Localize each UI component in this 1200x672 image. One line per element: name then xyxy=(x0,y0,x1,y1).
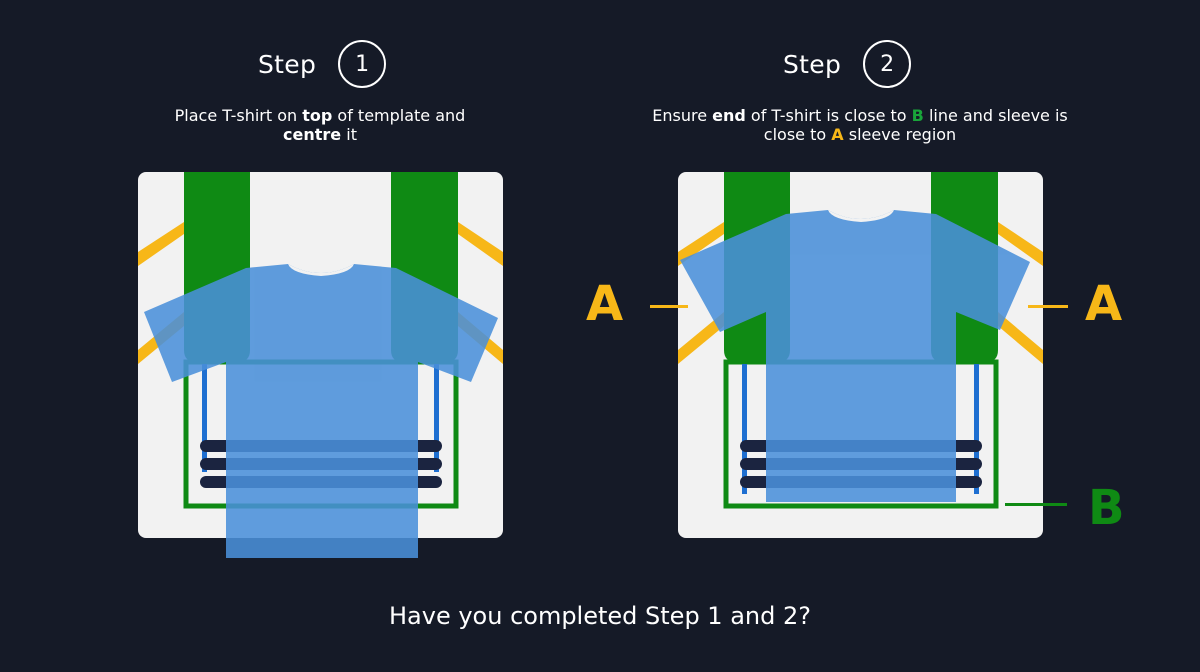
a-marker-left: A xyxy=(586,276,624,332)
step-2-heading: Step 2 xyxy=(783,38,912,90)
step-1-instruction-bold-centre: centre xyxy=(283,125,342,144)
a-marker-leader-right xyxy=(1028,305,1068,308)
step-1-instruction: Place T-shirt on top of template and cen… xyxy=(100,106,540,144)
guide-line-right xyxy=(974,364,979,494)
b-marker-leader xyxy=(1005,503,1067,506)
step-2-instruction-text: sleeve region xyxy=(843,125,957,144)
step-1-label: Step xyxy=(258,49,317,79)
step-2-number-badge: 2 xyxy=(863,40,912,88)
completion-question: Have you completed Step 1 and 2? xyxy=(388,602,811,630)
template-step-1-svg xyxy=(138,172,503,558)
step-2-instruction: Ensure end of T-shirt is close to B line… xyxy=(640,106,1080,144)
step-2-instruction-text: of T-shirt is close to xyxy=(745,106,912,125)
step-1-instruction-bold-top: top xyxy=(302,106,333,125)
step-2-template-illustration xyxy=(678,172,1043,538)
step-2-instruction-b-marker: B xyxy=(911,106,924,125)
guide-line-right xyxy=(434,364,439,472)
step-1-instruction-text: of template and xyxy=(332,106,466,125)
a-marker-leader-left xyxy=(650,305,688,308)
b-marker: B xyxy=(1088,480,1125,536)
step-2-instruction-bold-end: end xyxy=(712,106,746,125)
step-1-instruction-text: it xyxy=(341,125,357,144)
step-2-instruction-a-marker: A xyxy=(831,125,844,144)
a-marker-right: A xyxy=(1085,276,1123,332)
guide-line-left xyxy=(202,364,207,472)
step-1-instruction-text: Place T-shirt on xyxy=(174,106,303,125)
guide-line-left xyxy=(742,364,747,494)
step-1-number-badge: 1 xyxy=(338,40,387,88)
step-2-instruction-text: Ensure xyxy=(652,106,713,125)
step-1-heading: Step 1 xyxy=(258,38,387,90)
template-step-2-svg xyxy=(678,172,1043,538)
step-1-template-illustration xyxy=(138,172,503,558)
step-2-label: Step xyxy=(783,49,842,79)
